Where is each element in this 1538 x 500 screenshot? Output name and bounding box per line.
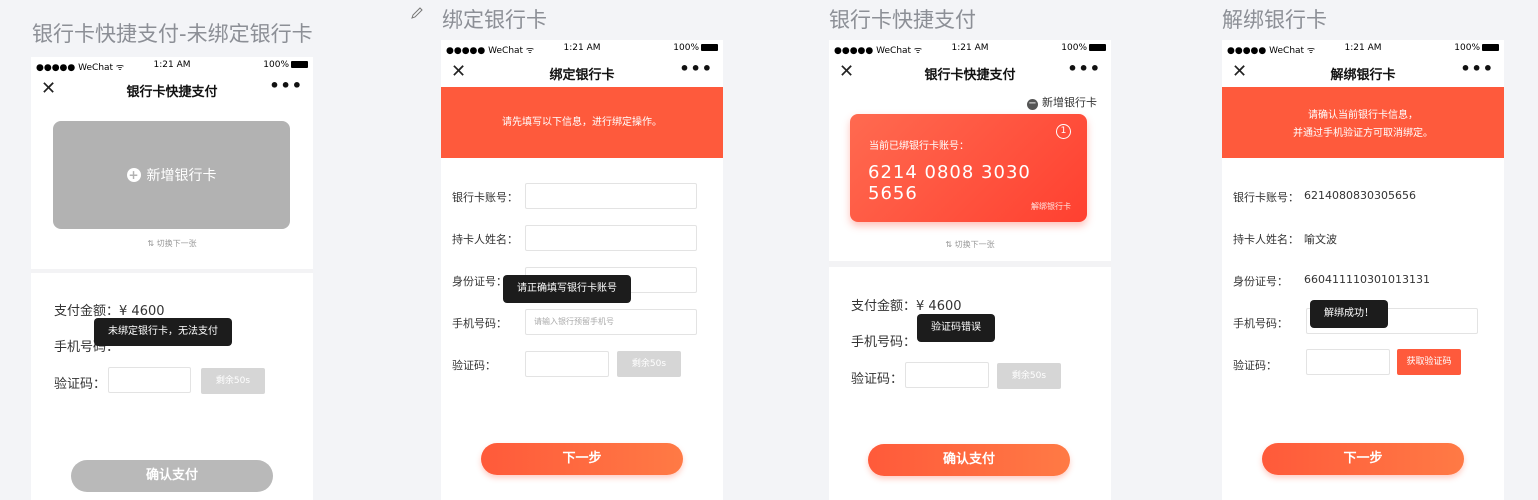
bank-card[interactable]: 当前已绑银行卡账号： 1 6214 0808 3030 5656 解绑银行卡 [850, 114, 1087, 222]
phone-input[interactable]: 请输入银行预留手机号 [525, 309, 697, 335]
card-number-row: 银行卡账号： 6214080830305656 [1233, 189, 1416, 204]
id-number-label: 身份证号： [452, 275, 507, 288]
nav-bar: ✕ 解绑银行卡 ••• [1222, 57, 1504, 87]
code-label: 验证码： [452, 359, 496, 372]
toast-no-card: 未绑定银行卡，无法支付 [94, 318, 232, 346]
bind-form: 银行卡账号： 持卡人姓名： 身份证号： 手机号码： 请输入银行预留手机号 验证码… [441, 158, 723, 500]
banner-line-2: 并通过手机验证方可取消绑定。 [1293, 128, 1433, 139]
holder-name-input[interactable] [525, 225, 697, 251]
get-code-button[interactable]: 获取验证码 [1397, 349, 1461, 375]
battery-status: 100% [263, 60, 308, 70]
battery-icon [1089, 44, 1106, 51]
screen-title-unbind-card: 解绑银行卡 [1222, 8, 1327, 32]
nav-bar: ✕ 银行卡快捷支付 ••• [829, 57, 1111, 87]
phone-label: 手机号码： [851, 335, 917, 350]
nav-bar: ✕ 绑定银行卡 ••• [441, 57, 723, 87]
code-label: 验证码： [54, 377, 107, 392]
card-section: + 新增银行卡 ⇅ 切换下一张 [31, 104, 313, 269]
payment-form: 支付金额：¥ 4600 手机号码： 验证码： 剩余50s 确认支付 [829, 267, 1111, 500]
code-label: 验证码： [1233, 359, 1277, 372]
battery-status: 100% [1454, 43, 1499, 53]
more-icon[interactable]: ••• [1460, 59, 1494, 78]
status-bar: ●●●●● WeChat ᯤ 1:21 AM 100% [829, 40, 1111, 57]
minus-circle-icon: − [1027, 98, 1038, 110]
screen-title-bind-card: 绑定银行卡 [442, 8, 547, 32]
payment-form: 支付金额：¥ 4600 手机号码： 验证码： 剩余50s 确认支付 [31, 273, 313, 500]
holder-name-row: 持卡人姓名： 喻文波 [1233, 233, 1337, 246]
id-number-row: 身份证号： 660411110301013131 [1233, 273, 1430, 288]
amount-value: ¥ 4600 [119, 304, 165, 319]
card-number-label: 银行卡账号： [452, 191, 518, 204]
phone-screen-unbound-pay: ●●●●● WeChat ᯤ 1:21 AM 100% ✕ 银行卡快捷支付 ••… [31, 57, 313, 500]
countdown-button: 剩余50s [997, 363, 1061, 389]
id-number-value: 660411110301013131 [1304, 273, 1430, 286]
bound-card-label: 当前已绑银行卡账号： [869, 141, 969, 152]
phone-screen-unbind-card: ●●●●● WeChat ᯤ 1:21 AM 100% ✕ 解绑银行卡 ••• … [1222, 40, 1504, 500]
battery-icon [701, 44, 718, 51]
info-banner: 请确认当前银行卡信息， 并通过手机验证方可取消绑定。 [1222, 87, 1504, 158]
status-bar: ●●●●● WeChat ᯤ 1:21 AM 100% [31, 57, 313, 74]
code-input[interactable] [108, 367, 191, 393]
pencil-icon [411, 7, 423, 19]
phone-label: 手机号码： [1233, 317, 1288, 330]
code-input[interactable] [1306, 349, 1390, 375]
next-step-button[interactable]: 下一步 [1262, 443, 1464, 475]
status-bar: ●●●●● WeChat ᯤ 1:21 AM 100% [1222, 40, 1504, 57]
more-icon[interactable]: ••• [1067, 59, 1101, 78]
nav-bar: ✕ 银行卡快捷支付 ••• [31, 74, 313, 104]
battery-status: 100% [673, 43, 718, 53]
holder-name-value: 喻文波 [1304, 233, 1337, 246]
code-input[interactable] [525, 351, 609, 377]
banner-line-1: 请确认当前银行卡信息， [1308, 110, 1418, 121]
toast-invalid-card: 请正确填写银行卡账号 [503, 275, 631, 303]
confirm-pay-button[interactable]: 确认支付 [71, 460, 273, 492]
battery-icon [291, 61, 308, 68]
countdown-button: 剩余50s [617, 351, 681, 377]
confirm-pay-button[interactable]: 确认支付 [868, 444, 1070, 476]
next-step-button[interactable]: 下一步 [481, 443, 683, 475]
switch-card-hint[interactable]: ⇅ 切换下一张 [829, 239, 1111, 250]
add-card-button[interactable]: + 新增银行卡 [53, 121, 290, 229]
card-index-icon: 1 [1056, 124, 1071, 139]
phone-screen-bind-card: ●●●●● WeChat ᯤ 1:21 AM 100% ✕ 绑定银行卡 ••• … [441, 40, 723, 500]
artboard: 银行卡快捷支付-未绑定银行卡 绑定银行卡 银行卡快捷支付 解绑银行卡 ●●●●●… [0, 0, 1538, 500]
amount-row: 支付金额：¥ 4600 [54, 304, 165, 319]
bound-card-number: 6214 0808 3030 5656 [868, 162, 1031, 204]
card-number-input[interactable] [525, 183, 697, 209]
more-icon[interactable]: ••• [269, 76, 303, 95]
unbind-form: 银行卡账号： 6214080830305656 持卡人姓名： 喻文波 身份证号：… [1222, 158, 1504, 500]
code-input[interactable] [905, 362, 989, 388]
card-number-value: 6214080830305656 [1304, 189, 1416, 202]
toast-code-error: 验证码错误 [917, 314, 995, 342]
status-bar: ●●●●● WeChat ᯤ 1:21 AM 100% [441, 40, 723, 57]
battery-status: 100% [1061, 43, 1106, 53]
code-label: 验证码： [851, 372, 904, 387]
amount-value: ¥ 4600 [916, 299, 962, 314]
phone-screen-quick-pay: ●●●●● WeChat ᯤ 1:21 AM 100% ✕ 银行卡快捷支付 ••… [829, 40, 1111, 500]
phone-label: 手机号码： [452, 317, 507, 330]
screen-title-unbound-pay: 银行卡快捷支付-未绑定银行卡 [32, 22, 313, 46]
screen-title-quick-pay: 银行卡快捷支付 [829, 8, 976, 32]
unbind-card-link[interactable]: 解绑银行卡 [1031, 201, 1071, 212]
holder-name-label: 持卡人姓名： [452, 233, 518, 246]
more-icon[interactable]: ••• [679, 59, 713, 78]
add-card-link[interactable]: − 新增银行卡 [1027, 94, 1097, 110]
battery-icon [1482, 44, 1499, 51]
info-banner: 请先填写以下信息，进行绑定操作。 [441, 87, 723, 158]
countdown-button: 剩余50s [201, 368, 265, 394]
plus-circle-icon: + [126, 168, 141, 182]
toast-unbind-success: 解绑成功！ [1310, 300, 1388, 328]
switch-card-hint[interactable]: ⇅ 切换下一张 [31, 238, 313, 249]
add-card-label: 新增银行卡 [146, 168, 217, 184]
amount-row: 支付金额：¥ 4600 [851, 299, 962, 314]
